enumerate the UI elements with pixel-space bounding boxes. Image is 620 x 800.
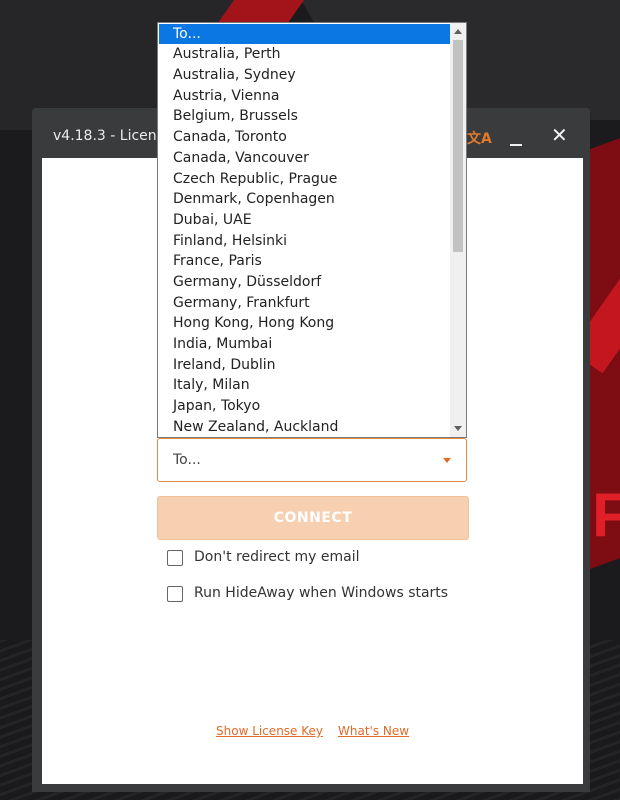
close-icon[interactable]: ✕	[551, 123, 568, 147]
dropdown-option[interactable]: India, Mumbai	[159, 334, 451, 354]
chevron-down-icon[interactable]	[443, 458, 451, 463]
dropdown-option[interactable]: Canada, Toronto	[159, 127, 451, 147]
dropdown-scrollbar[interactable]	[450, 23, 466, 437]
scrollbar-thumb[interactable]	[453, 40, 463, 252]
dropdown-option[interactable]: Germany, Düsseldorf	[159, 272, 451, 292]
dropdown-option[interactable]: To...	[159, 24, 451, 44]
translate-icon[interactable]: 文A	[467, 128, 492, 148]
scroll-up-icon[interactable]	[454, 29, 462, 34]
email-redirect-checkbox[interactable]	[167, 550, 183, 566]
dropdown-option[interactable]: Canada, Vancouver	[159, 148, 451, 168]
dropdown-option[interactable]: Denmark, Copenhagen	[159, 189, 451, 209]
window-title: v4.18.3 - License	[53, 128, 173, 144]
background-logo: F	[592, 481, 620, 550]
whats-new-link[interactable]: What's New	[338, 724, 409, 738]
dropdown-option[interactable]: France, Paris	[159, 251, 451, 271]
run-at-startup-label[interactable]: Run HideAway when Windows starts	[194, 585, 448, 601]
dropdown-option[interactable]: Australia, Perth	[159, 44, 451, 64]
destination-dropdown-list[interactable]: To... Australia, Perth Australia, Sydney…	[157, 22, 467, 438]
dropdown-option[interactable]: Dubai, UAE	[159, 210, 451, 230]
dropdown-option[interactable]: Germany, Frankfurt	[159, 293, 451, 313]
run-at-startup-checkbox[interactable]	[167, 586, 183, 602]
dropdown-option[interactable]: Belgium, Brussels	[159, 106, 451, 126]
dropdown-option[interactable]: Australia, Sydney	[159, 65, 451, 85]
dropdown-option[interactable]: Austria, Vienna	[159, 86, 451, 106]
dropdown-option[interactable]: Czech Republic, Prague	[159, 169, 451, 189]
email-redirect-label[interactable]: Don't redirect my email	[194, 549, 360, 565]
destination-select-value: To...	[173, 452, 201, 468]
dropdown-option[interactable]: Japan, Tokyo	[159, 396, 451, 416]
show-license-key-link[interactable]: Show License Key	[216, 724, 323, 738]
minimize-icon[interactable]	[510, 144, 522, 146]
dropdown-option[interactable]: Finland, Helsinki	[159, 231, 451, 251]
dropdown-option[interactable]: Ireland, Dublin	[159, 355, 451, 375]
destination-select[interactable]: To...	[157, 438, 467, 482]
dropdown-option[interactable]: Italy, Milan	[159, 375, 451, 395]
connect-button[interactable]: CONNECT	[157, 496, 469, 540]
dropdown-option[interactable]: New Zealand, Auckland	[159, 417, 451, 437]
scroll-down-icon[interactable]	[454, 426, 462, 431]
dropdown-option[interactable]: Hong Kong, Hong Kong	[159, 313, 451, 333]
